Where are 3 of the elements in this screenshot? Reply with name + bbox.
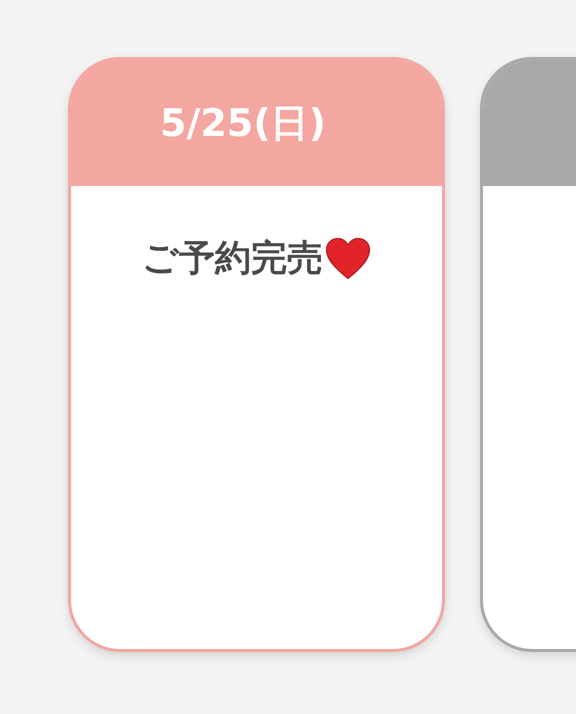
date-label: 5/25(日) <box>160 100 326 146</box>
status-text: ご予約完売 <box>142 237 323 281</box>
heart-icon <box>325 237 371 280</box>
